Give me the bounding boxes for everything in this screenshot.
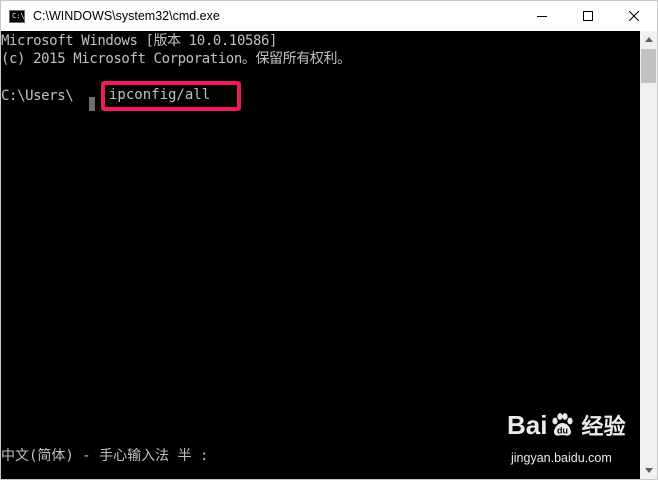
minimize-icon	[537, 16, 547, 17]
cmd-app-icon-label: C:\	[12, 11, 25, 20]
close-icon	[629, 11, 639, 21]
scroll-down-button[interactable]	[640, 462, 657, 479]
console-prompt: C:\Users\	[1, 88, 74, 104]
scroll-up-button[interactable]	[640, 31, 657, 48]
maximize-icon	[583, 11, 593, 21]
maximize-button[interactable]	[565, 1, 611, 31]
text-cursor	[89, 97, 95, 111]
minimize-button[interactable]	[519, 1, 565, 31]
console-line-copyright: (c) 2015 Microsoft Corporation。保留所有权利。	[1, 51, 351, 67]
chevron-down-icon	[644, 468, 653, 473]
highlight-annotation-box	[101, 81, 241, 111]
window-controls	[519, 1, 657, 31]
window-title: C:\WINDOWS\system32\cmd.exe	[33, 9, 220, 23]
vertical-scrollbar[interactable]	[640, 31, 657, 479]
scroll-thumb[interactable]	[641, 49, 656, 83]
console-line-version: Microsoft Windows [版本 10.0.10586]	[1, 33, 278, 49]
cmd-window: C:\ C:\WINDOWS\system32\cmd.exe Microsof…	[0, 0, 658, 480]
chevron-up-icon	[644, 37, 653, 42]
console-output[interactable]: Microsoft Windows [版本 10.0.10586] (c) 20…	[1, 31, 640, 479]
cmd-app-icon[interactable]: C:\	[9, 9, 25, 23]
close-button[interactable]	[611, 1, 657, 31]
ime-status-line: 中文(简体) - 手心输入法 半 :	[1, 448, 209, 464]
title-bar[interactable]: C:\ C:\WINDOWS\system32\cmd.exe	[1, 1, 657, 31]
